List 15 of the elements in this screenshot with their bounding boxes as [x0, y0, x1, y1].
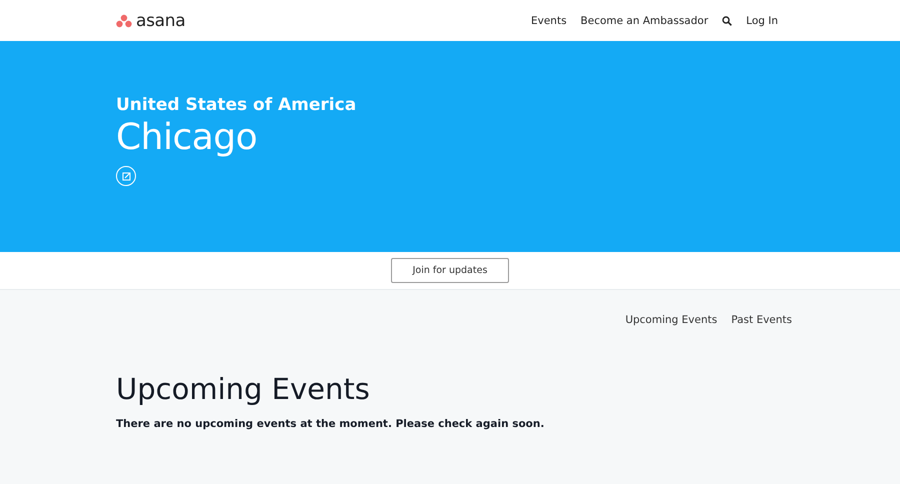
external-link-icon — [122, 172, 130, 180]
search-icon[interactable] — [722, 16, 732, 26]
nav-link[interactable]: Events — [530, 14, 567, 26]
join-button[interactable]: Join for updates — [391, 258, 509, 283]
empty-message: There are no upcoming events at the moment. Please check again soon. — [116, 418, 546, 430]
nav-link[interactable]: Become an Ambassador — [580, 14, 708, 26]
city-title: Chicago — [116, 117, 258, 158]
events-tab[interactable]: Upcoming Events — [625, 314, 718, 326]
logo-icon — [116, 14, 132, 28]
section-title: Upcoming Events — [116, 372, 371, 406]
login-link[interactable]: Log In — [746, 14, 778, 26]
events-tab[interactable]: Past Events — [731, 314, 792, 326]
external-link-button[interactable] — [116, 166, 136, 186]
logo-wordmark[interactable]: asana — [136, 10, 186, 30]
country-title: United States of America — [116, 95, 358, 115]
